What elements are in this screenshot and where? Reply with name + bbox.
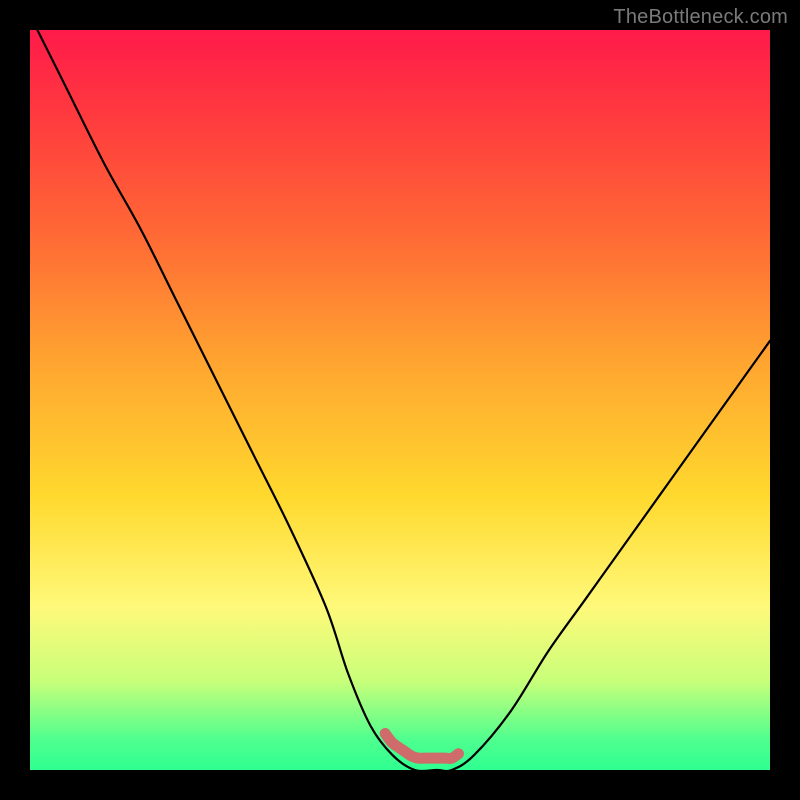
bottleneck-curve-path xyxy=(37,30,770,770)
optimal-range-marker xyxy=(385,733,458,758)
chart-area xyxy=(30,30,770,770)
watermark-text: TheBottleneck.com xyxy=(613,6,788,29)
chart-svg xyxy=(30,30,770,770)
